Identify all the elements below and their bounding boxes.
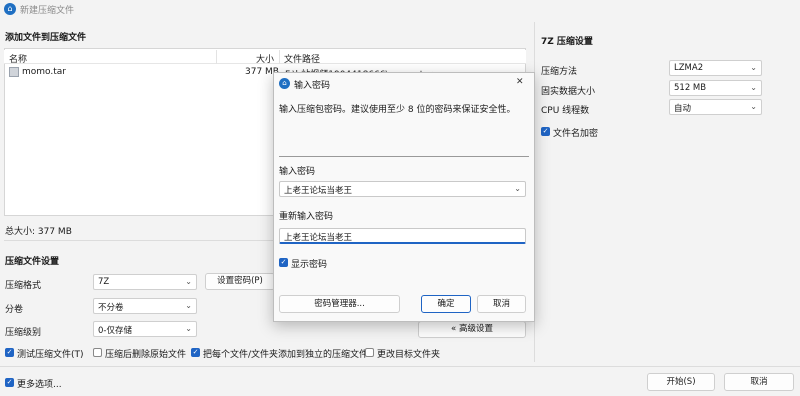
checkbox-checked[interactable]: ✓ [541, 127, 550, 136]
split-select[interactable]: 不分卷 ⌄ [93, 298, 197, 314]
cancel-button[interactable]: 取消 [724, 373, 794, 391]
checkbox-unchecked[interactable] [365, 348, 374, 357]
column-divider [216, 50, 217, 64]
password-manager-button[interactable]: 密码管理器... [279, 295, 400, 313]
chevron-down-icon: ⌄ [750, 102, 757, 111]
reenter-value: 上老王论坛当老王 [284, 233, 353, 243]
threads-value: 自动 [674, 104, 692, 114]
format-value: 7Z [98, 277, 110, 287]
compress-section-title: 压缩文件设置 [5, 257, 60, 267]
method-select[interactable]: LZMA2 ⌄ [669, 60, 762, 76]
chevron-down-icon: ⌄ [185, 301, 192, 310]
split-label: 分卷 [5, 305, 24, 315]
reenter-password-input[interactable]: 上老王论坛当老王 [279, 228, 526, 244]
dict-value: 512 MB [674, 83, 707, 93]
threads-select[interactable]: 自动 ⌄ [669, 99, 762, 115]
format-select[interactable]: 7Z ⌄ [93, 274, 197, 290]
format-label: 压缩格式 [5, 281, 42, 291]
column-path[interactable]: 文件路径 [284, 52, 320, 65]
delete-original-label: 压缩后删除原始文件 [105, 350, 187, 360]
checkbox-checked[interactable]: ✓ [5, 378, 14, 387]
password-input[interactable]: 上老王论坛当老王 ⌄ [279, 181, 526, 197]
advanced-settings-button[interactable]: « 高级设置 [418, 321, 526, 338]
dialog-divider [279, 156, 529, 157]
window-title: 新建压缩文件 [20, 6, 75, 16]
password-label: 输入密码 [279, 167, 316, 177]
test-archive-label: 测试压缩文件(T) [17, 350, 84, 360]
chevron-down-icon: ⌄ [185, 324, 192, 333]
reenter-label: 重新输入密码 [279, 212, 334, 222]
chevron-down-icon[interactable]: ⌄ [514, 184, 521, 193]
password-dialog[interactable]: ⌂ 输入密码 ✕ 输入压缩包密码。建议使用至少 8 位的密码来保证安全性。 输入… [273, 72, 535, 322]
dialog-info: 输入压缩包密码。建议使用至少 8 位的密码来保证安全性。 [279, 105, 516, 115]
level-value: 0-仅存储 [98, 326, 132, 336]
column-divider [279, 50, 280, 64]
show-password-label: 显示密码 [291, 260, 328, 270]
password-value: 上老王论坛当老王 [284, 186, 353, 196]
level-label: 压缩级别 [5, 328, 42, 338]
change-target-label: 更改目标文件夹 [377, 350, 441, 360]
more-options-label: 更多选项... [17, 380, 62, 390]
file-icon [9, 67, 19, 77]
checkbox-checked[interactable]: ✓ [191, 348, 200, 357]
dict-label: 固实数据大小 [541, 87, 596, 97]
dialog-cancel-button[interactable]: 取消 [477, 295, 526, 313]
7z-section-title: 7Z 压缩设置 [541, 37, 593, 47]
checkbox-checked[interactable]: ✓ [5, 348, 14, 357]
archive-app-icon: ⌂ [4, 3, 16, 15]
checkbox-unchecked[interactable] [93, 348, 102, 357]
close-icon[interactable]: ✕ [516, 77, 524, 87]
chevron-down-icon: ⌄ [185, 277, 192, 286]
threads-label: CPU 线程数 [541, 106, 590, 116]
footer-divider [0, 366, 800, 367]
encrypt-names-label: 文件名加密 [553, 129, 599, 139]
level-select[interactable]: 0-仅存储 ⌄ [93, 321, 197, 337]
total-size: 总大小: 377 MB [5, 227, 72, 237]
split-value: 不分卷 [98, 303, 124, 313]
separate-archives-label: 把每个文件/文件夹添加到独立的压缩文件 [203, 350, 369, 360]
file-name: momo.tar [22, 67, 66, 77]
chevron-down-icon: ⌄ [750, 83, 757, 92]
archive-app-icon: ⌂ [279, 78, 290, 89]
chevron-down-icon: ⌄ [750, 63, 757, 72]
title-bar: ⌂ 新建压缩文件 [0, 0, 800, 18]
method-label: 压缩方法 [541, 67, 578, 77]
ok-button[interactable]: 确定 [421, 295, 471, 313]
start-button[interactable]: 开始(S) [647, 373, 715, 391]
files-section-title: 添加文件到压缩文件 [5, 33, 87, 43]
checkbox-checked[interactable]: ✓ [279, 258, 288, 267]
method-value: LZMA2 [674, 63, 704, 73]
set-password-button[interactable]: 设置密码(P) [205, 273, 275, 290]
dialog-title: 输入密码 [294, 81, 331, 91]
column-size[interactable]: 大小 [256, 52, 274, 65]
dict-select[interactable]: 512 MB ⌄ [669, 80, 762, 96]
column-name[interactable]: 名称 [9, 52, 27, 65]
file-list-header: 名称 大小 文件路径 [4, 50, 526, 65]
